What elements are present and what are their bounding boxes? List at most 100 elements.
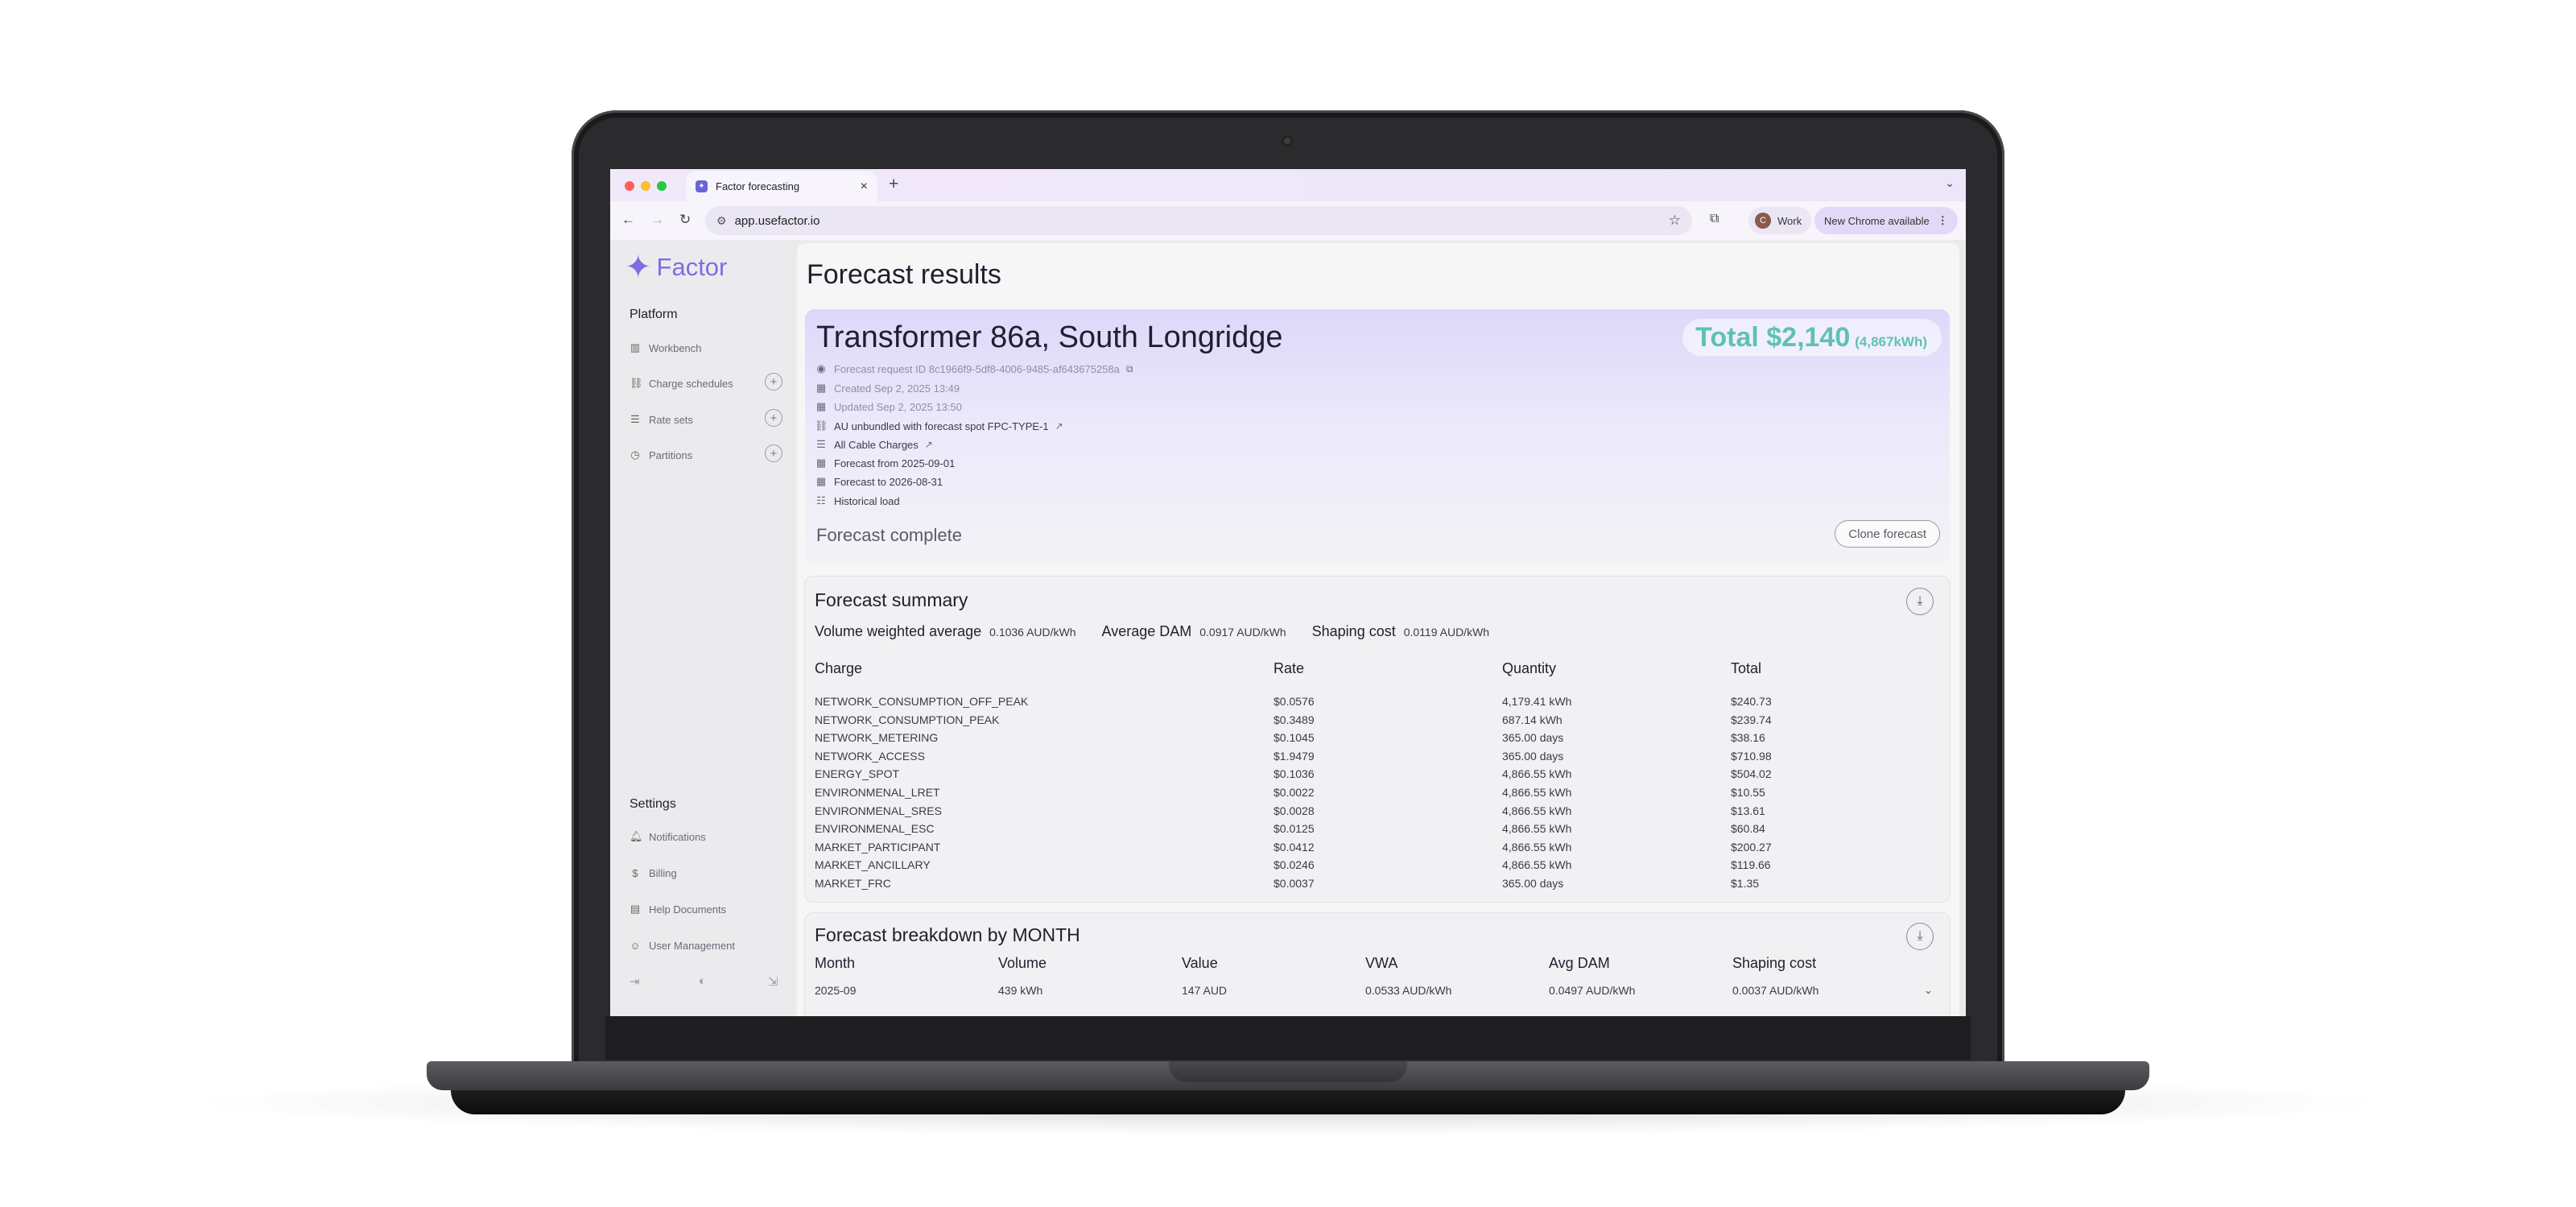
laptop-base-lip	[451, 1090, 2125, 1114]
add-partition-button[interactable]: +	[765, 444, 782, 462]
breakdown-column-header: Volume	[998, 955, 1047, 971]
charges-row: ☰ All Cable Charges ↗	[815, 436, 933, 453]
summary-table-cell: ENERGY_SPOT	[815, 767, 900, 781]
list-icon: ☰	[630, 413, 640, 425]
address-bar[interactable]: ⚙ app.usefactor.io ☆	[705, 206, 1692, 235]
sidebar-item-workbench[interactable]: ▥ Workbench	[630, 338, 782, 358]
dam-value: 0.0917 AUD/kWh	[1199, 626, 1286, 639]
summary-table-cell: ENVIRONMENAL_LRET	[815, 786, 940, 799]
summary-table-cell: 365.00 days	[1502, 877, 1564, 890]
extensions-icon[interactable]: ⧉	[1710, 212, 1719, 226]
tab-close-icon[interactable]: ×	[861, 180, 868, 194]
summary-table-cell: 4,866.55 kWh	[1502, 786, 1572, 799]
sidebar-item-billing[interactable]: $ Billing	[630, 863, 782, 883]
logo[interactable]: ✦ Factor	[625, 251, 727, 283]
summary-table-cell: NETWORK_CONSUMPTION_OFF_PEAK	[815, 695, 1029, 708]
window-close-dot[interactable]	[625, 181, 634, 191]
forecast-status: Forecast complete	[816, 525, 962, 545]
rate-schedule-link[interactable]: AU unbundled with forecast spot FPC-TYPE…	[834, 420, 1049, 432]
calendar-icon: ▦	[815, 457, 827, 469]
collapse-sidebar-icon[interactable]: ⇥	[630, 974, 640, 989]
window-minimize-dot[interactable]	[641, 181, 650, 191]
browser-tab[interactable]: ✦ Factor forecasting ×	[686, 172, 877, 201]
copy-icon[interactable]: ⧉	[1126, 363, 1133, 375]
forecast-from-text: Forecast from 2025-09-01	[834, 457, 956, 469]
updated-text: Updated Sep 2, 2025 13:50	[834, 400, 963, 413]
summary-table-cell: $239.74	[1731, 713, 1772, 726]
summary-title: Forecast summary	[815, 589, 968, 610]
webcam	[1282, 135, 1293, 147]
platform-heading: Platform	[630, 308, 678, 321]
forecast-title: Transformer 86a, South Longridge	[816, 320, 1283, 354]
sidebar-item-user-management[interactable]: ☺ User Management	[630, 936, 782, 955]
summary-table-cell: 4,866.55 kWh	[1502, 858, 1572, 872]
breakdown-column-header: Avg DAM	[1549, 955, 1610, 971]
avatar: C	[1755, 213, 1771, 229]
download-summary-icon[interactable]: ⤓	[1906, 588, 1934, 615]
shaping-value: 0.0119 AUD/kWh	[1403, 626, 1490, 639]
external-link-icon[interactable]: ↗	[925, 439, 933, 450]
window-zoom-dot[interactable]	[657, 181, 667, 191]
profile-label: Work	[1777, 214, 1802, 227]
summary-table-cell: $38.16	[1731, 731, 1765, 745]
download-breakdown-icon[interactable]: ⤓	[1906, 923, 1934, 950]
calendar-icon: ▦	[815, 475, 827, 487]
summary-table-cell: $0.0125	[1274, 822, 1315, 836]
bell-icon: 🔔︎	[630, 830, 643, 842]
add-rate-set-button[interactable]: +	[765, 409, 782, 427]
bookmark-star-icon[interactable]: ☆	[1669, 213, 1681, 229]
load-text: Historical load	[834, 494, 900, 507]
fingerprint-icon: ◉	[816, 362, 826, 374]
summary-table-cell: 4,866.55 kWh	[1502, 767, 1572, 781]
sidebar-item-label: Partitions	[649, 448, 693, 461]
theme-toggle-icon[interactable]: ◐	[699, 974, 706, 988]
dollar-icon: $	[632, 866, 638, 879]
clone-forecast-button[interactable]: Clone forecast	[1835, 520, 1940, 548]
summary-table-cell: $0.0246	[1274, 858, 1315, 872]
summary-table-cell: $0.0037	[1274, 877, 1315, 890]
chrome-update-button[interactable]: New Chrome available ⋮	[1814, 207, 1958, 234]
summary-table-cell: $240.73	[1731, 695, 1772, 708]
total-kwh: (4,867kWh)	[1855, 334, 1927, 349]
sidebar-item-label: Help Documents	[649, 903, 727, 916]
sidebar-item-rate-sets[interactable]: ☰ Rate sets +	[630, 409, 782, 429]
forward-arrow-icon[interactable]: →	[650, 212, 664, 228]
list-icon: ☰	[816, 438, 826, 450]
summary-table-cell: $0.3489	[1274, 713, 1315, 726]
summary-column-header: Total	[1731, 660, 1762, 676]
charges-link[interactable]: All Cable Charges	[834, 439, 919, 451]
main-content: Forecast results Transformer 86a, South …	[797, 243, 1959, 1016]
site-settings-icon[interactable]: ⚙	[716, 214, 727, 228]
summary-table-cell: MARKET_FRC	[815, 877, 891, 890]
sidebar-item-partitions[interactable]: ◷ Partitions +	[630, 444, 782, 465]
sidebar: ✦ Factor Platform ▥ Workbench ⛓ Charge s…	[610, 240, 794, 1016]
summary-table-cell: $200.27	[1731, 840, 1772, 854]
laptop-notch	[1169, 1061, 1407, 1082]
external-link-icon[interactable]: ↗	[1055, 420, 1063, 432]
breakdown-table-cell: 439 kWh	[998, 984, 1043, 997]
profile-button[interactable]: C Work	[1748, 207, 1812, 234]
breakdown-table-cell: 0.0497 AUD/kWh	[1549, 984, 1636, 997]
logout-icon[interactable]: ⇲	[768, 974, 778, 989]
app: ✦ Factor Platform ▥ Workbench ⛓ Charge s…	[610, 240, 1966, 1016]
new-tab-icon[interactable]: +	[889, 175, 898, 194]
sidebar-item-charge-schedules[interactable]: ⛓ Charge schedules +	[630, 373, 782, 393]
sidebar-item-help-documents[interactable]: ▤ Help Documents	[630, 899, 782, 919]
sliders-icon: ☷	[816, 494, 826, 506]
updated-row: ▦ Updated Sep 2, 2025 13:50	[815, 399, 962, 415]
back-arrow-icon[interactable]: ←	[621, 212, 635, 228]
kebab-menu-icon[interactable]: ⋮	[1938, 214, 1948, 227]
total-badge: Total $2,140 (4,867kWh)	[1682, 319, 1942, 356]
tab-search-chevron-icon[interactable]: ⌄	[1945, 176, 1955, 190]
add-charge-schedule-button[interactable]: +	[765, 373, 782, 391]
sidebar-item-notifications[interactable]: 🔔︎ Notifications	[630, 827, 782, 846]
summary-column-header: Charge	[815, 660, 863, 676]
summary-table-cell: $1.35	[1731, 877, 1760, 890]
reload-icon[interactable]: ↻	[679, 212, 691, 228]
browser-toolbar: ← → ↻ ⚙ app.usefactor.io ☆ ⧉ C Work New …	[610, 201, 1966, 240]
expand-row-chevron-icon[interactable]: ⌄	[1924, 984, 1933, 997]
update-label: New Chrome available	[1824, 214, 1930, 227]
vwa-value: 0.1036 AUD/kWh	[989, 626, 1076, 639]
summary-table-cell: $0.0022	[1274, 786, 1315, 799]
screen-bezel	[605, 1016, 1971, 1060]
